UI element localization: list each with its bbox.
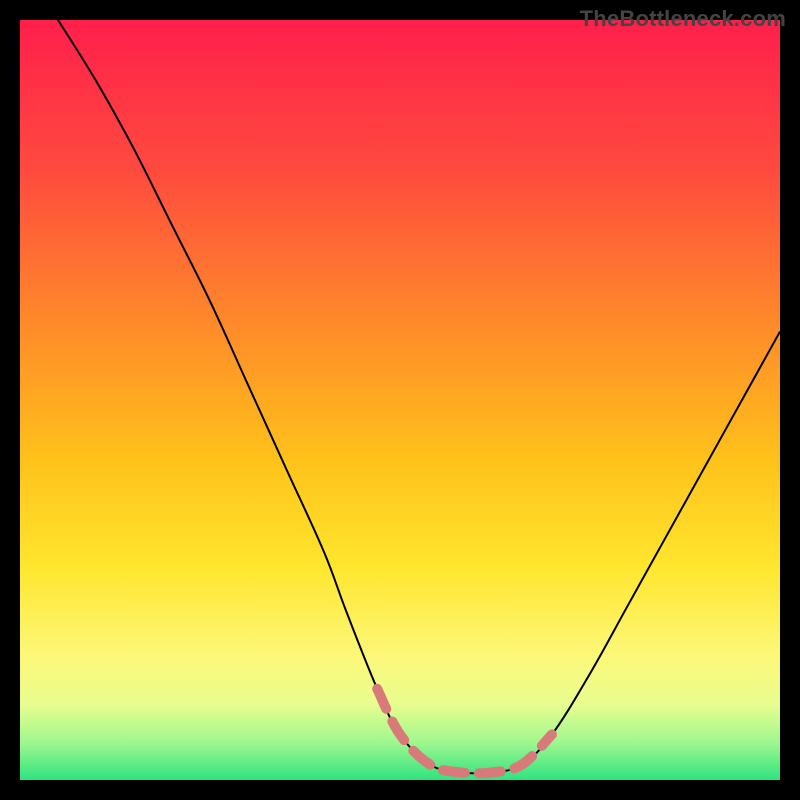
watermark-text: TheBottleneck.com	[580, 6, 786, 32]
chart-frame: TheBottleneck.com	[0, 0, 800, 800]
chart-svg	[20, 20, 780, 780]
gradient-background	[20, 20, 780, 780]
plot-area	[20, 20, 780, 780]
